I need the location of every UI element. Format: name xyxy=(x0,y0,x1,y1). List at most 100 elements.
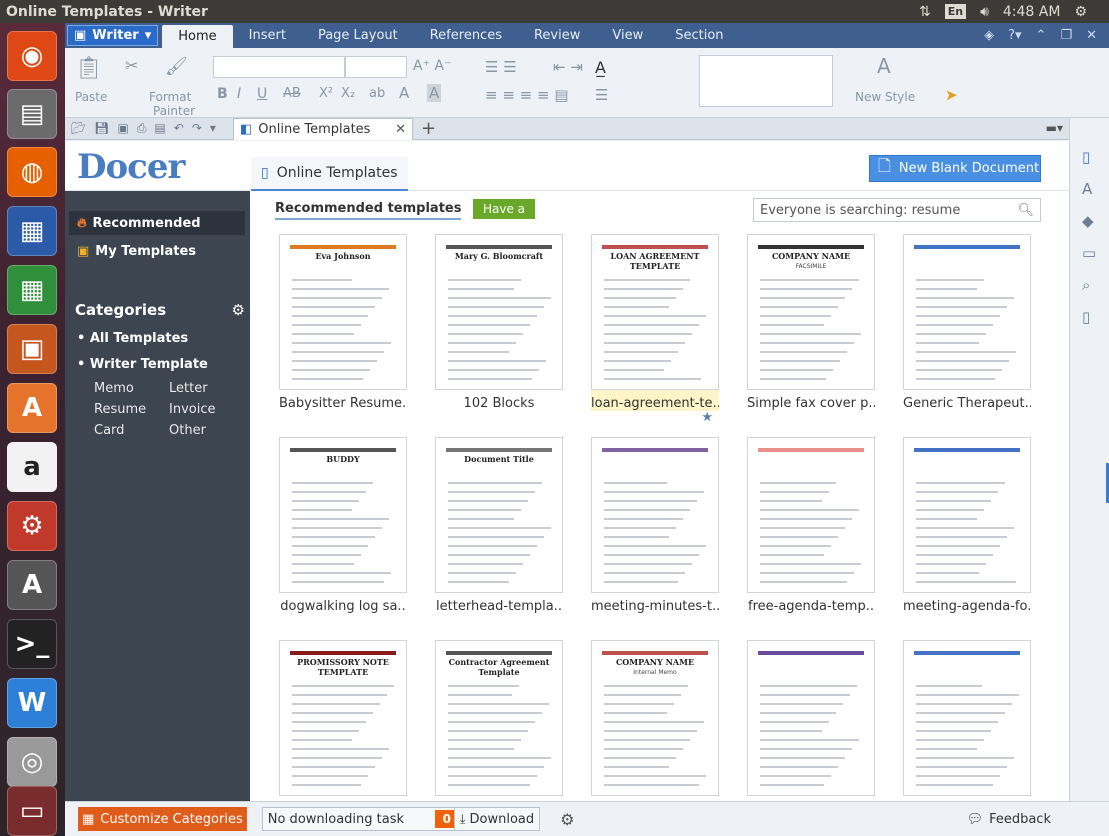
template-search-input[interactable]: Everyone is searching: resume 🔍︎ xyxy=(753,198,1041,222)
template-card[interactable]: Contractor Agreement Template xyxy=(435,640,563,801)
template-card[interactable]: COMPANY NAME Internal Memo xyxy=(591,640,719,801)
print-icon[interactable]: ⎙ xyxy=(137,121,147,136)
shapes-icon[interactable]: ◆ xyxy=(1082,212,1094,230)
search-icon[interactable]: 🔍︎ xyxy=(1017,203,1034,218)
subcat-invoice[interactable]: Invoice xyxy=(169,402,215,417)
italic-icon[interactable]: I xyxy=(237,86,241,102)
template-card[interactable] xyxy=(903,640,1031,801)
software-center-icon[interactable]: A xyxy=(7,383,57,433)
amazon-icon[interactable]: a xyxy=(7,442,57,492)
software-updater-icon[interactable]: A xyxy=(7,560,57,610)
template-thumbnail[interactable]: PROMISSORY NOTE TEMPLATE xyxy=(279,640,407,796)
sidebar-item-my-templates[interactable]: ▣ My Templates xyxy=(69,239,245,263)
tab-view[interactable]: View xyxy=(596,23,659,48)
template-name[interactable]: letterhead-templa.. xyxy=(435,599,563,614)
export-pdf-icon[interactable]: ▣ xyxy=(117,121,128,136)
align-icons[interactable]: ≡ ≡ ≡ ≡ ▤ xyxy=(485,86,569,104)
font-color-icon[interactable]: A xyxy=(399,84,409,102)
template-thumbnail[interactable]: BUDDY xyxy=(279,437,407,593)
template-card[interactable]: Generic Therapeut.. xyxy=(903,234,1031,411)
template-name[interactable]: Simple fax cover p.. xyxy=(747,396,875,411)
template-name[interactable]: meeting-minutes-t.. xyxy=(591,599,719,614)
template-name[interactable]: loan-agreement-te.. xyxy=(591,396,719,411)
close-tab-icon[interactable]: ✕ xyxy=(395,122,406,137)
bold-icon[interactable]: B xyxy=(217,86,228,102)
feedback-button[interactable]: 💬︎ Feedback xyxy=(967,812,1051,827)
template-thumbnail[interactable]: Eva Johnson xyxy=(279,234,407,390)
text-style-icon[interactable]: A̲ xyxy=(595,58,606,77)
template-thumbnail[interactable] xyxy=(903,437,1031,593)
close-icon[interactable]: ✕ xyxy=(1086,28,1097,43)
subscript-icon[interactable]: X₂ xyxy=(341,86,355,101)
network-icon[interactable]: ⇅ xyxy=(919,4,931,20)
new-blank-document-button[interactable]: 🗋︎ New Blank Document xyxy=(869,155,1041,182)
format-painter-label-2[interactable]: Painter xyxy=(153,104,195,118)
skin-icon[interactable]: ◈ xyxy=(984,28,994,43)
backup-icon[interactable]: ▭ xyxy=(1082,244,1096,262)
category-writer-template[interactable]: • Writer Template xyxy=(77,357,208,372)
subcat-other[interactable]: Other xyxy=(169,423,206,438)
calc-icon[interactable]: ▦ xyxy=(7,265,57,315)
new-style-icon[interactable]: A xyxy=(877,54,891,78)
paste-button[interactable]: Paste xyxy=(75,90,107,104)
tab-page-layout[interactable]: Page Layout xyxy=(302,23,414,48)
template-card[interactable]: meeting-minutes-t.. xyxy=(591,437,719,614)
tab-references[interactable]: References xyxy=(414,23,518,48)
collapse-ribbon-icon[interactable]: ⌃ xyxy=(1036,28,1047,43)
dvd-icon[interactable]: ◎ xyxy=(7,737,57,787)
share-icon[interactable]: ▯ xyxy=(1082,308,1090,326)
trash-icon[interactable]: ▭ xyxy=(7,786,57,836)
find-icon[interactable]: ⌕ xyxy=(1082,276,1090,294)
template-thumbnail[interactable]: Mary G. Bloomcraft xyxy=(435,234,563,390)
tab-home[interactable]: Home xyxy=(162,25,233,48)
help-icon[interactable]: ?▾ xyxy=(1008,28,1021,43)
template-card[interactable]: BUDDY dogwalking log sa.. xyxy=(279,437,407,614)
volume-icon[interactable]: 🔊︎ xyxy=(980,4,989,20)
files-icon[interactable]: ▤ xyxy=(7,89,57,139)
redo-icon[interactable]: ↷ xyxy=(192,121,202,136)
template-card[interactable]: meeting-agenda-fo.. xyxy=(903,437,1031,614)
subcat-resume[interactable]: Resume xyxy=(94,402,146,417)
open-folder-icon[interactable]: 📂︎ xyxy=(71,121,86,136)
strikethrough-icon[interactable]: AB xyxy=(283,86,301,101)
template-thumbnail[interactable] xyxy=(591,437,719,593)
template-name[interactable]: meeting-agenda-fo.. xyxy=(903,599,1031,614)
keyboard-language[interactable]: En xyxy=(944,4,967,19)
template-card[interactable]: LOAN AGREEMENT TEMPLATE loan-agreement-te… xyxy=(591,234,719,425)
format-painter-label-1[interactable]: Format xyxy=(149,90,191,104)
template-card[interactable]: COMPANY NAME FACSIMILE Simple fax cover p.… xyxy=(747,234,875,411)
restore-icon[interactable]: ❐ xyxy=(1060,28,1072,43)
template-thumbnail[interactable] xyxy=(747,437,875,593)
impress-icon[interactable]: ▣ xyxy=(7,324,57,374)
tab-online-templates[interactable]: ◧ Online Templates ✕ xyxy=(233,118,413,140)
sidebar-item-recommended[interactable]: 🔥︎ Recommended xyxy=(69,211,245,235)
superscript-icon[interactable]: X² xyxy=(319,86,333,101)
document-icon[interactable]: ▯ xyxy=(1082,148,1090,166)
template-thumbnail[interactable] xyxy=(903,640,1031,796)
new-style-button[interactable]: New Style xyxy=(855,90,915,104)
underline-icon[interactable]: U xyxy=(257,86,267,102)
template-thumbnail[interactable]: Document Title xyxy=(435,437,563,593)
template-name[interactable]: dogwalking log sa.. xyxy=(279,599,407,614)
template-card[interactable]: Document Title letterhead-templa.. xyxy=(435,437,563,614)
template-thumbnail[interactable]: COMPANY NAME Internal Memo xyxy=(591,640,719,796)
template-card[interactable]: free-agenda-temp.. xyxy=(747,437,875,614)
paste-icon[interactable]: 📋︎ xyxy=(75,56,103,81)
new-tab-icon[interactable]: + xyxy=(421,118,436,139)
template-card[interactable]: PROMISSORY NOTE TEMPLATE xyxy=(279,640,407,801)
clock[interactable]: 4:48 AM xyxy=(1003,4,1061,20)
indent-icon[interactable]: ⇤ ⇥ xyxy=(553,58,583,76)
bullets-icon[interactable]: ☰ ☰ xyxy=(485,58,517,76)
print-preview-icon[interactable]: ▤ xyxy=(154,121,165,136)
tab-section[interactable]: Section xyxy=(659,23,739,48)
writer-app-button[interactable]: ▣ Writer ▾ xyxy=(67,25,159,46)
online-templates-tab[interactable]: ▯ Online Templates xyxy=(251,157,408,191)
gear-icon[interactable]: ⚙ xyxy=(232,301,245,319)
download-button[interactable]: ⤓ Download xyxy=(453,807,541,831)
template-card[interactable] xyxy=(747,640,875,801)
writer-doc-icon[interactable]: ▦ xyxy=(7,206,57,256)
undo-icon[interactable]: ↶ xyxy=(174,121,184,136)
ubuntu-dash-icon[interactable]: ◉ xyxy=(7,31,57,81)
docer-logo[interactable]: Docer xyxy=(77,147,185,187)
template-card[interactable]: Mary G. Bloomcraft 102 Blocks xyxy=(435,234,563,411)
